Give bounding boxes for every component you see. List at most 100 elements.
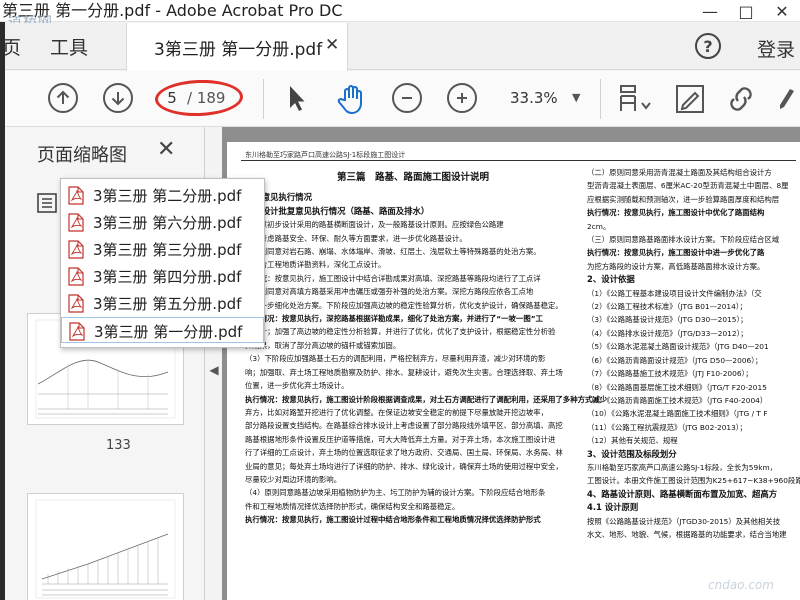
window-left-edge [0,22,5,600]
minimize-button[interactable]: — [692,0,728,22]
thumbnail-drawing [35,499,176,599]
header-rule [241,160,796,161]
comment-tool-icon[interactable] [774,83,800,113]
text-line: 行情况：按意见执行，施工图设计中结合详勘成果对高填、深挖路基等路段均进行了工点详 [245,273,541,283]
close-window-button[interactable]: ✕ [764,0,800,22]
text-line: 路基根据地形条件设置反压护道等措施，可大大降低弃土方量。对于弃土场，本次施工图设… [245,434,556,444]
menu-tab-bar: 页 工具 3第三册 第一分册.pdf ✕ ? 登录 [0,23,800,71]
pdf-file-icon [68,267,84,286]
fill-sign-icon[interactable] [674,83,704,113]
text-line: （4）原则同意路基边坡采用植物防护为主、圬工防护为辅的设计方案。下阶段应结合地形… [245,488,546,498]
dropdown-item-label: 3第三册 第四分册.pdf [93,268,242,286]
next-page-icon[interactable] [103,83,133,113]
document-view[interactable]: 东川格勒至巧家路芦口高速公路SJ-1标段施工图设计 第三篇 路基、路面施工图设计… [222,127,800,600]
text-line: 行了详细的工点设计，弃土场的位置选取征求了地方政府、交通局、国土局、环保局、水务… [245,448,563,458]
text-line: 执行情况：按意见执行，施工图设计中进一步优化了路 [587,248,765,258]
close-pane-icon[interactable]: ✕ [157,137,175,162]
text-line: 应根据实测随载和预测轴次，进一步验算路面厚度和结构层 [587,194,780,204]
text-line: 4、路基设计原则、路基横断面布置及加宽、超高方 [587,488,778,499]
text-line: 应结合工程地质详勘资料，深化工点设计。 [245,260,386,270]
text-line: 件和工程地质情况择优选择防护形式，确保结构安全和路基稳定。 [245,501,460,511]
dropdown-document-item[interactable]: 3第三册 第四分册.pdf [61,263,264,289]
text-line: ）同意初步设计采用的路基横断面设计，及一般路基设计原则。应按绿色公路建 [245,220,504,230]
toolbar-divider [263,79,264,119]
text-line: （1）《公路工程基本建设项目设计文件编制办法》（交 [587,288,762,298]
page-running-header: 东川格勒至巧家路芦口高速公路SJ-1标段施工图设计 [245,151,406,159]
select-tool-icon[interactable] [284,83,314,113]
collapse-pane-icon[interactable]: ◀ [206,360,222,380]
close-tab-icon[interactable]: ✕ [325,35,339,55]
window-controls: — □ ✕ [692,0,800,22]
text-line: 执行情况：按意见执行，施工图设计中优化了路面结构 [587,208,765,218]
pdf-file-icon [68,213,84,232]
chapter-title: 第三篇 路基、路面施工图设计说明 [336,172,489,183]
text-line: 工图设计。本册文件施工图设计范围为K25+617~K38+960段路 [587,476,800,486]
dropdown-document-item[interactable]: 3第三册 第一分册.pdf [61,317,264,343]
page-thumbnail[interactable] [27,493,184,600]
hand-tool-icon[interactable] [336,83,366,115]
dropdown-item-label: 3第三册 第五分册.pdf [93,295,242,313]
text-line: （7）《公路路基施工技术规范》（JTJ F10-2006）； [587,369,753,379]
text-line: 部分路段设置支挡结构。在路基综合排水设计上考虑设置了部分路段线外填平区、部分高填… [245,421,563,431]
text-line: （3）下阶段应加强路基土石方的调配利用，严格控制弃方，尽量利用弃渣，减少对环境的… [245,354,546,364]
text-line: 执行情况：按意见执行，施工图设计阶段根据调查成果，对土石方调配进行了调配利用，还… [245,394,608,404]
acrobat-window: 第三册 第一分册.pdf - Adobe Acrobat Pro DC — □ … [0,0,800,600]
zoom-in-icon[interactable] [447,83,477,113]
window-title: 第三册 第一分册.pdf - Adobe Acrobat Pro DC [2,1,343,20]
dropdown-document-item[interactable]: 3第三册 第六分册.pdf [61,209,264,235]
text-line: 质进一步细化处治方案。下阶段应加强高边坡的稳定性验算分析，优化支护设计，确保路基… [245,300,563,310]
left-column: 第三篇 路基、路面施工图设计说明 审查意见执行情况 初步设计批复意见执行情况（路基… [245,166,608,527]
text-line: 执行情况：按意见执行，施工图设计过程中结合地形条件和工程地质情况择优选择防护形式 [245,515,541,525]
text-line: （三）原则同意路基路面排水设计方案。下阶段应结合区域 [587,235,780,245]
text-line: 东川格勒至巧家高芦口高速公路SJ-1标段，全长为59km， [587,462,778,472]
text-line: 设等考虑路基安全、环保、耐久等方面要求，进一步优化路基设计。 [245,233,467,243]
pdf-file-icon [68,294,84,313]
menu-tools[interactable]: 工具 [50,33,88,60]
text-line: 2cm。 [587,221,611,231]
text-line: 按照《公路路基设计规范》（JTGD30-2015）及其他相关技 [587,516,781,526]
dropdown-document-item[interactable]: 3第三册 第三分册.pdf [61,236,264,262]
document-tab-label: 3第三册 第一分册.pdf [154,40,323,60]
text-line: （8）《公路路面基层施工技术细则》（JTG/T F20-2015 [587,382,767,392]
maximize-button[interactable]: □ [728,0,764,22]
previous-page-icon[interactable] [48,83,78,113]
toolbar-divider [600,79,601,119]
document-tab[interactable]: 3第三册 第一分册.pdf ✕ [126,23,348,71]
text-line: 尽量较少对周边环境的影响。 [245,474,342,484]
right-column: （二）原则同意采用沥青混凝土路面及其结构组合设计方 型沥青混凝土表面层、6厘米AC… [587,166,800,541]
text-line: 执行情况：按意见执行，深挖路基根据详勘成果，细化了处治方案，并进行了“一坡一图”… [245,314,543,324]
login-button[interactable]: 登录 [757,35,795,62]
text-line: （4）《公路排水设计规范》（JTG/D33—2012）； [587,328,748,338]
text-line: （5）《公路水泥混凝土路面设计规范》（JTG D40—201 [587,342,769,352]
text-line: 审查意见执行情况 [245,192,312,203]
text-line: （11）《公路工程抗震规范》（JTG B02-2013）； [587,422,747,432]
help-icon[interactable]: ? [695,33,721,59]
text-line: 为挖方路段的设计方案，高低路基路面排水设计方案。 [587,261,765,271]
dropdown-document-item[interactable]: 3第三册 第二分册.pdf [61,182,264,208]
thumbnail-page-number: 133 [106,438,131,453]
pdf-file-icon [68,240,84,259]
zoom-dropdown-icon[interactable]: ▼ [572,91,580,104]
page-display-icon[interactable] [618,83,651,113]
dropdown-document-item[interactable]: 3第三册 第五分册.pdf [61,290,264,316]
text-line: 4.1 设计原则 [587,502,639,513]
text-line: ）原则同意对高填方路基采用冲击碾压或强夯补强的处治方案。深挖方路段应依各工点地 [245,287,534,297]
text-line: 算成果，取消了部分高边坡的锚杆或锚索加固。 [245,340,401,350]
text-line: 位置，进一步优化弃土场设计。 [245,381,349,391]
text-line: 水文、地形、地貌、气候，根据路基的功能要求，结合当地建 [587,529,787,539]
thumbnail-options-icon[interactable] [37,193,57,213]
zoom-level[interactable]: 33.3% [510,89,558,107]
text-line: （12）其他有关规范、规程 [587,436,678,446]
text-line: 点设计；加强了高边坡的稳定性分析验算，并进行了优化，优化了支护设计，根据稳定性分… [245,327,556,337]
text-line: 2、设计依据 [587,274,635,285]
text-line: 弃方，比如对路堑开挖进行了优化调整。在保证边坡安全稳定的前提下尽量放陡开挖边坡率… [245,407,549,417]
zoom-out-icon[interactable] [392,83,422,113]
text-line: 业局的意见；每处弃土场均进行了详细的防护、排水、绿化设计，确保弃土场的使用过程中… [245,461,563,471]
text-line: （3）《公路路基设计规范》（JTG D30—2015）； [587,315,748,325]
text-line: （2）《公路工程技术标准》（JTG B01—2014）； [587,302,747,312]
dropdown-item-label: 3第三册 第三分册.pdf [93,241,242,259]
link-icon[interactable] [724,83,754,113]
text-line: 型沥青混凝土表面层、6厘米AC-20型沥青混凝土中面层、8厘 [587,181,789,191]
pdf-page: 东川格勒至巧家路芦口高速公路SJ-1标段施工图设计 第三篇 路基、路面施工图设计… [227,142,800,600]
title-bar: 第三册 第一分册.pdf - Adobe Acrobat Pro DC — □ … [0,0,800,22]
